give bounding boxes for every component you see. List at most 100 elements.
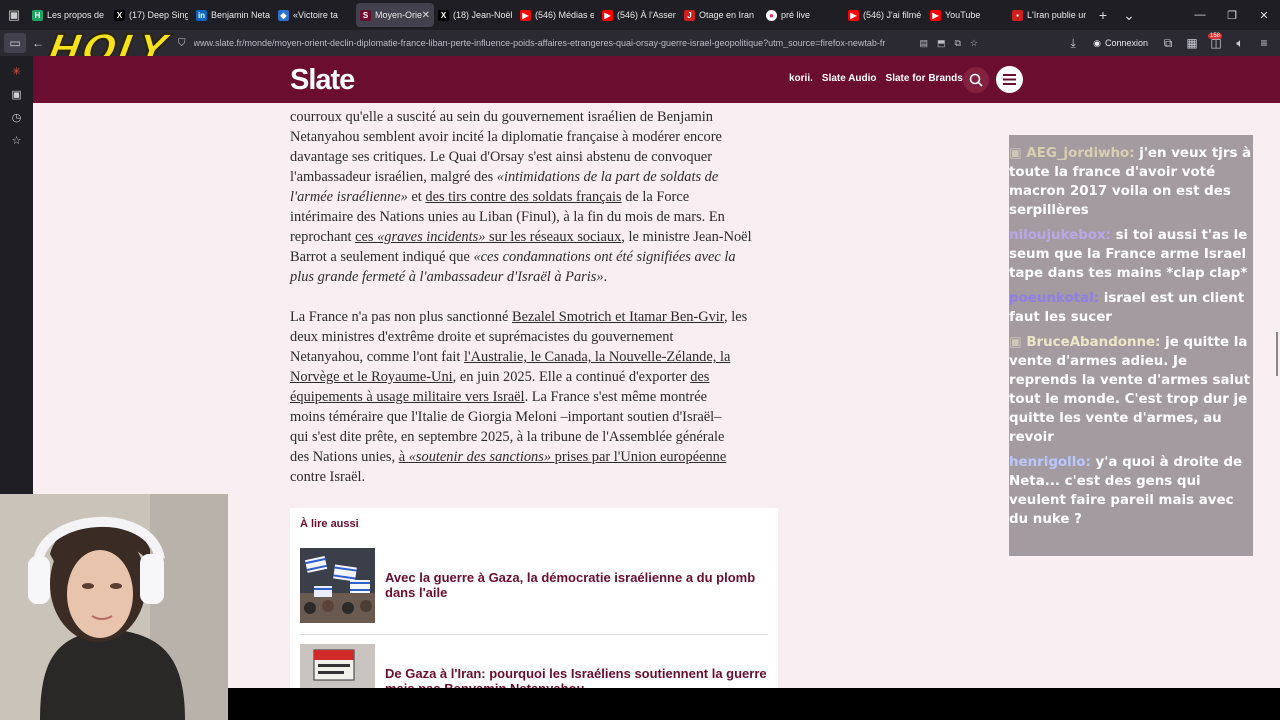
nav-link-korii[interactable]: korii. [789,73,813,84]
pip-icon[interactable]: ⧉ [955,38,961,49]
extension-badge-icon[interactable]: ▦ [1180,30,1204,56]
slate-logo[interactable]: Slate [290,64,355,97]
tab-5[interactable]: X (18) Jean-Noël [434,3,516,27]
article-line: équipements à usage militaire vers Israë… [290,387,782,407]
j-icon: J [684,9,695,21]
quote: l'armée israélienne» [290,189,408,205]
article-line: Netanyahou semblent avoir incité la dipl… [290,129,722,145]
link-equipements-2[interactable]: équipements à usage militaire vers Israë… [290,389,525,405]
tab-11[interactable]: ▶ YouTube [926,3,1008,27]
tab-title: Benjamin Netanyahu [211,10,270,20]
search-button[interactable] [963,67,989,93]
sidebar-toggle-icon[interactable]: ▭ [4,33,26,53]
link-tirs-soldats[interactable]: des tirs contre des soldats français [425,189,621,205]
tab-7[interactable]: ▶ (546) À l'Assem [598,3,680,27]
youtube-icon: ▶ [520,9,531,21]
close-window-button[interactable]: ✕ [1248,0,1280,30]
text-run: , les [724,309,748,325]
tab-0[interactable]: H Les propos de [28,3,110,27]
article-line: Netanyahou, comme l'ont fait l'Australie… [290,347,782,367]
link-quote: «graves incidents» [377,229,486,245]
tab-1[interactable]: X (17) Deep Singh [110,3,192,27]
x-icon: X [114,9,125,21]
nav-link-slate-brands[interactable]: Slate for Brands [886,73,963,84]
news-icon: ▪ [1012,9,1023,21]
restore-button[interactable]: ❐ [1216,0,1248,30]
tab-overflow-chevron-icon[interactable]: ⌄ [1116,0,1142,30]
tab-title: Les propos de [47,10,105,20]
bookmarks-icon[interactable]: ☆ [0,129,33,152]
related-title[interactable]: Avec la guerre à Gaza, la démocratie isr… [385,570,770,600]
article-line: Norvège et le Royaume-Uni, en juin 2025.… [290,367,782,387]
minimize-button[interactable]: — [1184,0,1216,30]
article-line: La France n'a pas non plus sanctionné Be… [290,307,782,327]
tab-title: (546) Médias e [535,10,594,20]
url-bar[interactable]: ⛉ www.slate.fr/monde/moyen-orient-declin… [178,32,1008,54]
tab-title: YouTube [945,10,981,20]
tab-8[interactable]: J Otage en Iran [680,3,762,27]
back-arrow-icon[interactable]: ← [26,30,50,56]
search-icon [969,73,983,87]
link-text: à [398,449,409,465]
protest-flags-image [300,548,375,623]
related-thumbnail[interactable] [300,548,375,623]
close-tab-icon[interactable]: ✕ [422,10,430,21]
tab-4[interactable]: S Moyen-Orie ✕ [356,3,434,27]
text-run: , en juin 2025. Elle a continué d'export… [452,369,691,385]
reader-view-icon[interactable]: ▤ [920,38,929,49]
synced-tabs-icon[interactable]: ▣ [0,83,33,106]
article-line: l'armée israélienne» et des tirs contre … [290,187,782,207]
bookmark-star-icon[interactable]: ☆ [970,38,978,49]
menu-button[interactable] [996,66,1023,93]
url-text[interactable]: www.slate.fr/monde/moyen-orient-declin-d… [194,38,914,48]
article-body: courroux qu'elle a suscité au sein du go… [290,107,782,487]
related-thumbnail[interactable] [300,644,375,688]
app-menu-icon[interactable]: ≡ [1252,30,1276,56]
tab-9[interactable]: ● pré live [762,3,844,27]
link-equipements[interactable]: des [690,369,709,385]
tab-10[interactable]: ▶ (546) J'ai filmé [844,3,926,27]
chat-message: henrigollo: y'a quoi à droite de Neta...… [1009,453,1253,529]
toolbar-right: ⤓ ◉ Connexion ⧉ ▦ ◫ 🔈︎ ≡ 158 [1061,30,1280,56]
tab-6[interactable]: ▶ (546) Médias e [516,3,598,27]
read-also-heading: À lire aussi [300,518,359,530]
header-nav: korii. Slate Audio Slate for Brands [789,73,963,84]
link-quote: «soutenir des sanctions» [408,449,552,465]
text-run: . La France s'est même montrée [524,389,707,405]
related-title[interactable]: De Gaza à l'Iran: pourquoi les Israélien… [385,666,770,688]
account-icon: ◉ [1093,37,1101,48]
tab-list-icon[interactable]: ▣ [0,0,28,30]
link-soutenir-sanctions[interactable]: à «soutenir des sanctions» prises par l'… [399,449,727,465]
page-scrollbar[interactable] [1276,332,1278,376]
signin-button[interactable]: ◉ Connexion [1085,38,1156,49]
tab-title: Otage en Iran [699,10,755,20]
extensions-icon[interactable]: ⧉ [1156,30,1180,56]
link-smotrich-ben-gvir[interactable]: Bezalel Smotrich et Itamar Ben-Gvir [512,309,724,325]
new-tab-button[interactable]: + [1090,0,1116,30]
downloads-icon[interactable]: ⤓ [1061,30,1085,56]
mute-icon[interactable]: 🔈︎ [1228,30,1252,56]
youtube-icon: ▶ [848,9,859,21]
link-graves-incidents[interactable]: ces «graves incidents» sur les réseaux s… [355,229,621,245]
quote: plus grande fermeté à l'ambassadeur d'Is… [290,269,604,285]
chat-username: AEG_jordiwho: [1026,146,1135,161]
screenshot-icon[interactable]: ⬒ [937,38,946,49]
tab-3[interactable]: ◆ «Victoire ta [274,3,356,27]
ai-chat-icon[interactable]: ✳ [0,60,33,83]
tab-12[interactable]: ▪ L'Iran publie un [1008,3,1090,27]
history-icon[interactable]: ◷ [0,106,33,129]
webcam-overlay [0,494,228,720]
user-badge-icon: ▣ [1009,335,1027,350]
link-sanctions-countries[interactable]: l'Australie, le Canada, la Nouvelle-Zéla… [464,349,730,365]
tab-2[interactable]: in Benjamin Netanyahu [192,3,274,27]
youtube-icon: ▶ [602,9,613,21]
article-line: davantage ses critiques. Le Quai d'Orsay… [290,149,712,165]
tab-title: (18) Jean-Noël [453,10,512,20]
shield-icon[interactable]: ⛉ [178,38,186,49]
nav-link-slate-audio[interactable]: Slate Audio [822,73,877,84]
link-sanctions-countries-2[interactable]: Norvège et le Royaume-Uni [290,369,453,385]
text-run: l'ambassadeur israélien, malgré des [290,169,497,185]
hamburger-icon [1003,74,1016,85]
tab-title: (546) J'ai filmé [863,10,922,20]
article-line: courroux qu'elle a suscité au sein du go… [290,109,713,125]
